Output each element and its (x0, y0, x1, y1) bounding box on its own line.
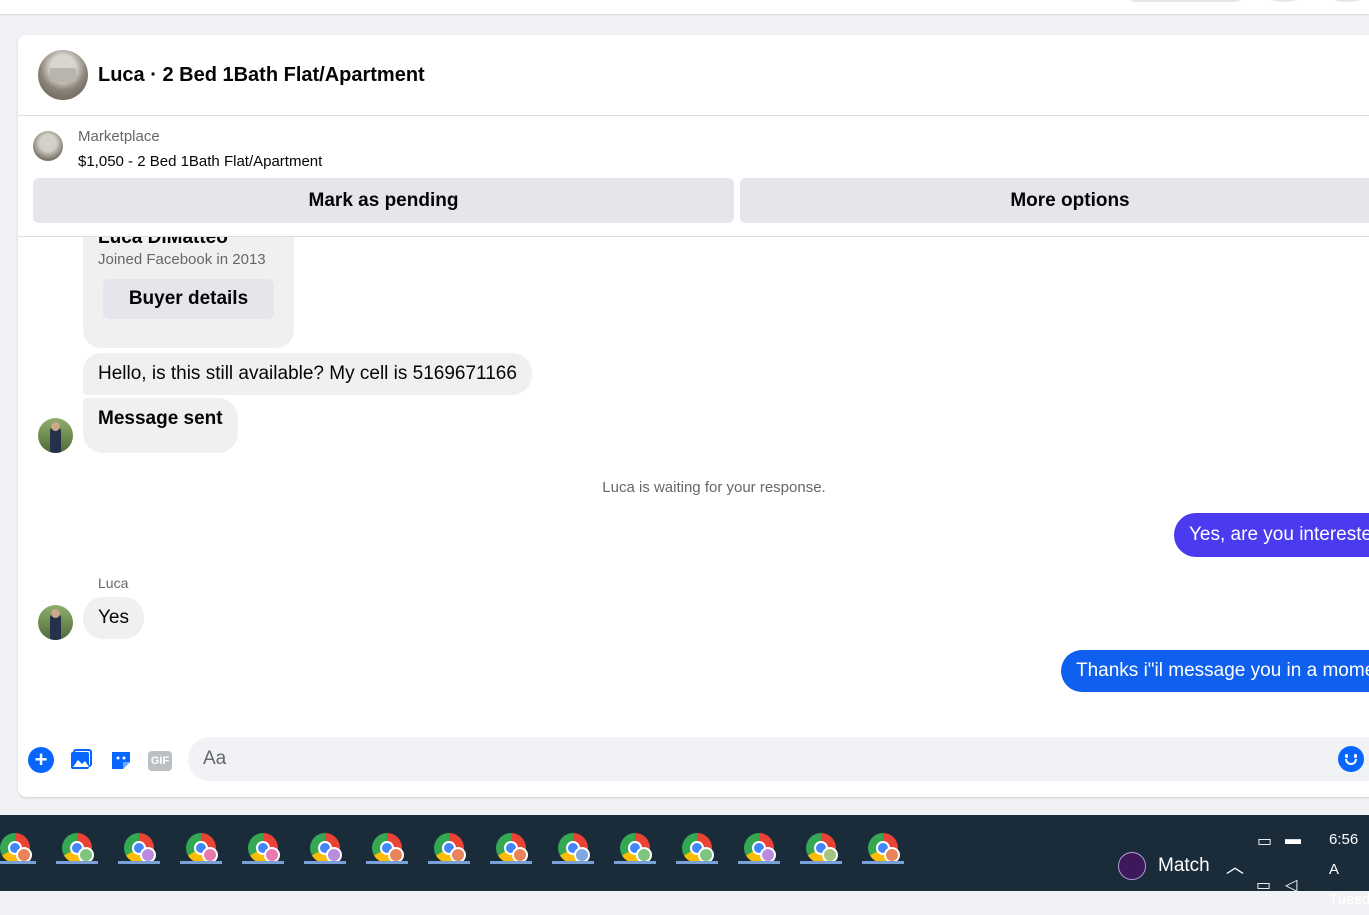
running-indicator (428, 861, 470, 864)
taskbar-chrome-item[interactable] (242, 825, 286, 865)
plus-icon[interactable]: + (28, 747, 54, 773)
taskbar-chrome-item[interactable] (800, 825, 844, 865)
listing-avatar[interactable] (38, 50, 88, 100)
taskbar-chrome-item[interactable] (304, 825, 348, 865)
running-indicator (862, 861, 904, 864)
mark-as-pending-button[interactable]: Mark as pending (33, 178, 734, 223)
incoming-message[interactable]: Yes (83, 597, 144, 639)
taskbar-chrome-item[interactable] (490, 825, 534, 865)
message-input[interactable] (188, 737, 1369, 781)
outgoing-message[interactable]: Thanks i"il message you in a momen (1061, 650, 1369, 692)
waiting-notice: Luca is waiting for your response. (602, 479, 826, 496)
sender-avatar[interactable] (38, 605, 73, 640)
buyer-details-button[interactable]: Buyer details (103, 279, 274, 319)
top-bar-circle[interactable] (1325, 0, 1369, 2)
running-indicator (552, 861, 594, 864)
running-indicator (304, 861, 346, 864)
taskbar-chrome-item[interactable] (676, 825, 720, 865)
chevron-up-icon[interactable]: ︿ (1226, 853, 1244, 879)
running-indicator (738, 861, 780, 864)
sender-name-label: Luca (98, 575, 129, 591)
sender-avatar[interactable] (38, 418, 73, 453)
top-bar-pill[interactable] (1125, 0, 1245, 2)
chat-header: Luca · 2 Bed 1Bath Flat/Apartment (18, 35, 1369, 116)
network-icon[interactable]: ▭ (1256, 875, 1271, 895)
taskbar-chrome-item[interactable] (862, 825, 906, 865)
buyer-joined-date: Joined Facebook in 2013 (98, 251, 266, 268)
emoji-icon[interactable] (1338, 746, 1364, 772)
buyer-profile-card: Luca DiMatteo Joined Facebook in 2013 Bu… (83, 237, 294, 348)
photo-icon[interactable] (68, 747, 94, 773)
running-indicator (490, 861, 532, 864)
chat-window: Luca · 2 Bed 1Bath Flat/Apartment Market… (18, 35, 1369, 797)
taskbar-chrome-item[interactable] (614, 825, 658, 865)
outgoing-message[interactable]: Yes, are you interested (1174, 513, 1369, 557)
sticker-icon[interactable] (108, 747, 134, 773)
running-indicator (242, 861, 284, 864)
taskbar-chrome-item[interactable] (552, 825, 596, 865)
match-widget[interactable]: Match (1118, 851, 1210, 881)
system-clock[interactable]: 6:56 A Tuesd (1329, 825, 1369, 915)
premier-league-icon (1118, 852, 1146, 880)
running-indicator (366, 861, 408, 864)
gif-icon[interactable]: GIF (148, 751, 172, 771)
match-label: Match (1158, 855, 1210, 876)
running-indicator (614, 861, 656, 864)
battery-icon[interactable]: ▬ (1285, 831, 1301, 849)
facebook-top-bar (0, 0, 1369, 14)
running-indicator (800, 861, 842, 864)
windows-taskbar: Match ︿ ▭ ▬ ▭ ◁ 6:56 A Tuesd (0, 815, 1369, 908)
buyer-name: Luca DiMatteo (98, 237, 228, 248)
top-bar-circle[interactable] (1262, 0, 1306, 2)
message-composer: + GIF (18, 735, 1369, 785)
marketplace-label: Marketplace (78, 128, 160, 145)
chat-title[interactable]: Luca · 2 Bed 1Bath Flat/Apartment (98, 64, 425, 87)
listing-thumbnail[interactable] (33, 131, 63, 161)
running-indicator (676, 861, 718, 864)
running-indicator (118, 861, 160, 864)
incoming-message[interactable]: Hello, is this still available? My cell … (83, 353, 532, 395)
taskbar-chrome-item[interactable] (56, 825, 100, 865)
clock-time: 6:56 A (1329, 831, 1359, 878)
running-indicator (0, 861, 36, 864)
taskbar-chrome-item[interactable] (428, 825, 472, 865)
taskbar-chrome-item[interactable] (366, 825, 410, 865)
more-options-button[interactable]: More options (740, 178, 1369, 223)
taskbar-chrome-item[interactable] (0, 825, 38, 865)
message-thread: Luca DiMatteo Joined Facebook in 2013 Bu… (18, 237, 1369, 737)
taskbar-chrome-item[interactable] (738, 825, 782, 865)
taskbar-chrome-item[interactable] (118, 825, 162, 865)
clock-day: Tuesd (1329, 891, 1369, 908)
marketplace-listing-panel: Marketplace $1,050 - 2 Bed 1Bath Flat/Ap… (18, 116, 1369, 237)
meet-now-icon[interactable]: ▭ (1257, 831, 1272, 851)
incoming-message[interactable]: Message sent (83, 398, 238, 453)
taskbar-chrome-item[interactable] (180, 825, 224, 865)
volume-icon[interactable]: ◁ (1285, 875, 1297, 895)
running-indicator (56, 861, 98, 864)
listing-price-title[interactable]: $1,050 - 2 Bed 1Bath Flat/Apartment (78, 153, 322, 170)
running-indicator (180, 861, 222, 864)
